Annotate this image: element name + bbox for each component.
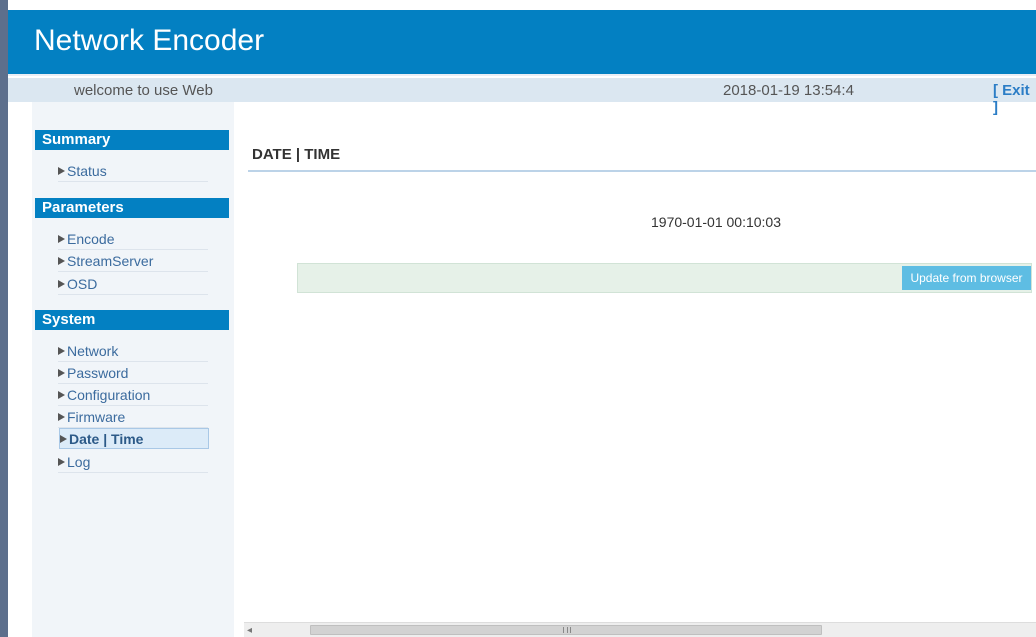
sidebar-section-system: System [35, 310, 229, 330]
update-from-browser-button[interactable]: Update from browser [902, 266, 1031, 290]
triangle-right-icon [58, 347, 65, 355]
app-header: Network Encoder [8, 10, 1036, 76]
sidebar-item-label: Password [67, 365, 129, 381]
triangle-right-icon [58, 391, 65, 399]
sidebar-section-parameters: Parameters [35, 198, 229, 218]
exit-link[interactable]: [ Exit ] [993, 82, 1036, 116]
sidebar-item-firmware[interactable]: Firmware [58, 407, 208, 428]
current-datetime: 2018-01-19 13:54:4 [723, 82, 854, 99]
sidebar-item-label: Log [67, 454, 91, 470]
sidebar: Summary Status Parameters Encode StreamS… [32, 102, 234, 637]
sidebar-item-label: StreamServer [67, 253, 154, 269]
triangle-right-icon [58, 235, 65, 243]
sidebar-item-network[interactable]: Network [58, 341, 208, 362]
sidebar-item-encode[interactable]: Encode [58, 229, 208, 250]
sidebar-item-date-time[interactable]: Date | Time [59, 428, 209, 449]
sidebar-item-label: OSD [67, 276, 98, 292]
sidebar-item-configuration[interactable]: Configuration [58, 385, 208, 406]
sidebar-item-label: Status [67, 163, 107, 179]
device-time: 1970-01-01 00:10:03 [651, 214, 781, 230]
sidebar-item-label: Network [67, 343, 119, 359]
horizontal-scrollbar[interactable]: ◂ [244, 622, 1036, 637]
sidebar-item-password[interactable]: Password [58, 363, 208, 384]
sidebar-item-label: Firmware [67, 409, 126, 425]
scrollbar-thumb[interactable] [310, 625, 822, 635]
sidebar-item-osd[interactable]: OSD [58, 274, 208, 295]
sidebar-section-summary: Summary [35, 130, 229, 150]
sidebar-item-streamserver[interactable]: StreamServer [58, 251, 208, 272]
welcome-text: welcome to use Web [74, 82, 213, 99]
sidebar-item-label: Date | Time [69, 431, 144, 447]
sidebar-item-log[interactable]: Log [58, 452, 208, 473]
triangle-right-icon [58, 257, 65, 265]
sidebar-item-status[interactable]: Status [58, 161, 208, 182]
window-edge [0, 0, 8, 637]
page-title: DATE | TIME [252, 146, 341, 163]
status-bar: welcome to use Web 2018-01-19 13:54:4 [ … [8, 78, 1036, 116]
grip-icon [563, 627, 571, 633]
title-divider [248, 170, 1036, 172]
triangle-right-icon [58, 413, 65, 421]
triangle-right-icon [60, 435, 67, 443]
sidebar-item-label: Encode [67, 231, 115, 247]
sidebar-item-label: Configuration [67, 387, 151, 403]
app-title: Network Encoder [34, 24, 265, 57]
triangle-right-icon [58, 167, 65, 175]
scroll-left-arrow-icon[interactable]: ◂ [247, 625, 252, 636]
triangle-right-icon [58, 458, 65, 466]
triangle-right-icon [58, 369, 65, 377]
triangle-right-icon [58, 280, 65, 288]
